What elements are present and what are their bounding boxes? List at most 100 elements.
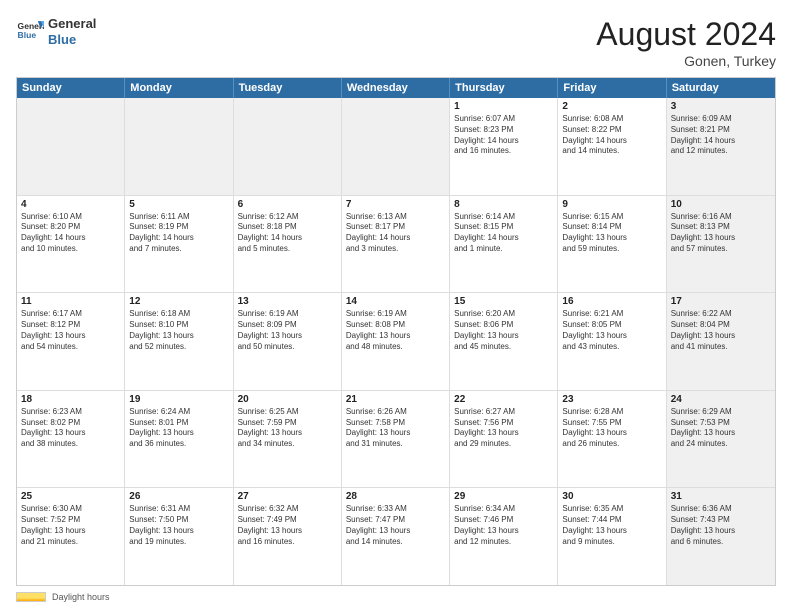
- day-cell-26: 26Sunrise: 6:31 AM Sunset: 7:50 PM Dayli…: [125, 488, 233, 585]
- header: General Blue General Blue August 2024 Go…: [16, 16, 776, 69]
- day-number: 7: [346, 199, 445, 210]
- day-number: 24: [671, 394, 771, 405]
- location-subtitle: Gonen, Turkey: [596, 53, 776, 69]
- day-info: Sunrise: 6:19 AM Sunset: 8:09 PM Dayligh…: [238, 309, 337, 352]
- day-info: Sunrise: 6:24 AM Sunset: 8:01 PM Dayligh…: [129, 407, 228, 450]
- day-cell-16: 16 Sunrise: 6:21 AM Sunset: 8:05 PM Dayli…: [558, 293, 666, 390]
- day-cell-15: 15 Sunrise: 6:20 AM Sunset: 8:06 PM Dayli…: [450, 293, 558, 390]
- day-cell-28: 28 Sunrise: 6:33 AM Sunset: 7:47 PM Dayli…: [342, 488, 450, 585]
- day-cell-19: 19 Sunrise: 6:24 AM Sunset: 8:01 PM Dayli…: [125, 391, 233, 488]
- day-number: 25: [21, 491, 120, 502]
- header-day-wednesday: Wednesday: [342, 78, 450, 98]
- day-cell-8: 8Sunrise: 6:14 AM Sunset: 8:15 PM Daylig…: [450, 196, 558, 293]
- day-info: Sunrise: 6:17 AM Sunset: 8:12 PM Dayligh…: [21, 309, 120, 352]
- daylight-label: Daylight hours: [52, 592, 110, 602]
- day-info: Sunrise: 6:22 AM Sunset: 8:04 PM Dayligh…: [671, 309, 771, 352]
- day-info: Sunrise: 6:23 AM Sunset: 8:02 PM Dayligh…: [21, 407, 120, 450]
- page: General Blue General Blue August 2024 Go…: [0, 0, 792, 612]
- day-number: 10: [671, 199, 771, 210]
- day-info: Sunrise: 6:18 AM Sunset: 8:10 PM Dayligh…: [129, 309, 228, 352]
- header-day-friday: Friday: [558, 78, 666, 98]
- day-number: 2: [562, 101, 661, 112]
- day-number: 29: [454, 491, 553, 502]
- empty-cell-0-0: [17, 98, 125, 195]
- header-day-monday: Monday: [125, 78, 233, 98]
- day-info: Sunrise: 6:25 AM Sunset: 7:59 PM Dayligh…: [238, 407, 337, 450]
- day-number: 14: [346, 296, 445, 307]
- day-number: 15: [454, 296, 553, 307]
- svg-text:Blue: Blue: [18, 30, 37, 40]
- day-info: Sunrise: 6:31 AM Sunset: 7:50 PM Dayligh…: [129, 504, 228, 547]
- day-info: Sunrise: 6:34 AM Sunset: 7:46 PM Dayligh…: [454, 504, 553, 547]
- day-cell-20: 20Sunrise: 6:25 AM Sunset: 7:59 PM Dayli…: [234, 391, 342, 488]
- day-number: 21: [346, 394, 445, 405]
- day-number: 27: [238, 491, 337, 502]
- logo: General Blue General Blue: [16, 16, 96, 47]
- calendar: SundayMondayTuesdayWednesdayThursdayFrid…: [16, 77, 776, 586]
- day-info: Sunrise: 6:27 AM Sunset: 7:56 PM Dayligh…: [454, 407, 553, 450]
- day-number: 5: [129, 199, 228, 210]
- day-info: Sunrise: 6:26 AM Sunset: 7:58 PM Dayligh…: [346, 407, 445, 450]
- day-cell-29: 29 Sunrise: 6:34 AM Sunset: 7:46 PM Dayli…: [450, 488, 558, 585]
- header-day-thursday: Thursday: [450, 78, 558, 98]
- day-number: 13: [238, 296, 337, 307]
- empty-cell-0-1: [125, 98, 233, 195]
- day-number: 17: [671, 296, 771, 307]
- day-cell-13: 13 Sunrise: 6:19 AM Sunset: 8:09 PM Dayli…: [234, 293, 342, 390]
- day-info: Sunrise: 6:08 AM Sunset: 8:22 PM Dayligh…: [562, 114, 661, 157]
- calendar-row-2: 11 Sunrise: 6:17 AM Sunset: 8:12 PM Dayli…: [17, 293, 775, 391]
- day-info: Sunrise: 6:30 AM Sunset: 7:52 PM Dayligh…: [21, 504, 120, 547]
- day-info: Sunrise: 6:16 AM Sunset: 8:13 PM Dayligh…: [671, 212, 771, 255]
- calendar-row-3: 18 Sunrise: 6:23 AM Sunset: 8:02 PM Dayli…: [17, 391, 775, 489]
- day-number: 1: [454, 101, 553, 112]
- day-cell-17: 17 Sunrise: 6:22 AM Sunset: 8:04 PM Dayli…: [667, 293, 775, 390]
- day-cell-6: 6Sunrise: 6:12 AM Sunset: 8:18 PM Daylig…: [234, 196, 342, 293]
- day-cell-4: 4 Sunrise: 6:10 AM Sunset: 8:20 PM Daylig…: [17, 196, 125, 293]
- day-cell-22: 22 Sunrise: 6:27 AM Sunset: 7:56 PM Dayli…: [450, 391, 558, 488]
- calendar-row-0: 1 Sunrise: 6:07 AM Sunset: 8:23 PM Daylig…: [17, 98, 775, 196]
- footer-note: Daylight hours: [16, 592, 776, 602]
- day-info: Sunrise: 6:36 AM Sunset: 7:43 PM Dayligh…: [671, 504, 771, 547]
- day-cell-2: 2 Sunrise: 6:08 AM Sunset: 8:22 PM Daylig…: [558, 98, 666, 195]
- day-number: 22: [454, 394, 553, 405]
- header-day-sunday: Sunday: [17, 78, 125, 98]
- day-cell-27: 27 Sunrise: 6:32 AM Sunset: 7:49 PM Dayli…: [234, 488, 342, 585]
- day-number: 12: [129, 296, 228, 307]
- day-info: Sunrise: 6:21 AM Sunset: 8:05 PM Dayligh…: [562, 309, 661, 352]
- empty-cell-0-2: [234, 98, 342, 195]
- day-number: 6: [238, 199, 337, 210]
- month-title: August 2024: [596, 16, 776, 53]
- header-day-tuesday: Tuesday: [234, 78, 342, 98]
- calendar-header: SundayMondayTuesdayWednesdayThursdayFrid…: [17, 78, 775, 98]
- day-number: 11: [21, 296, 120, 307]
- day-info: Sunrise: 6:29 AM Sunset: 7:53 PM Dayligh…: [671, 407, 771, 450]
- title-block: August 2024 Gonen, Turkey: [596, 16, 776, 69]
- calendar-body: 1 Sunrise: 6:07 AM Sunset: 8:23 PM Daylig…: [17, 98, 775, 585]
- day-cell-9: 9Sunrise: 6:15 AM Sunset: 8:14 PM Daylig…: [558, 196, 666, 293]
- logo-general-text: General: [48, 16, 96, 32]
- day-number: 3: [671, 101, 771, 112]
- day-number: 31: [671, 491, 771, 502]
- day-number: 4: [21, 199, 120, 210]
- day-info: Sunrise: 6:33 AM Sunset: 7:47 PM Dayligh…: [346, 504, 445, 547]
- day-info: Sunrise: 6:20 AM Sunset: 8:06 PM Dayligh…: [454, 309, 553, 352]
- day-info: Sunrise: 6:07 AM Sunset: 8:23 PM Dayligh…: [454, 114, 553, 157]
- day-number: 30: [562, 491, 661, 502]
- day-number: 19: [129, 394, 228, 405]
- header-day-saturday: Saturday: [667, 78, 775, 98]
- day-info: Sunrise: 6:10 AM Sunset: 8:20 PM Dayligh…: [21, 212, 120, 255]
- day-number: 18: [21, 394, 120, 405]
- day-number: 28: [346, 491, 445, 502]
- logo-icon: General Blue: [16, 18, 44, 46]
- day-cell-11: 11 Sunrise: 6:17 AM Sunset: 8:12 PM Dayli…: [17, 293, 125, 390]
- day-info: Sunrise: 6:32 AM Sunset: 7:49 PM Dayligh…: [238, 504, 337, 547]
- day-info: Sunrise: 6:14 AM Sunset: 8:15 PM Dayligh…: [454, 212, 553, 255]
- day-number: 16: [562, 296, 661, 307]
- calendar-row-1: 4 Sunrise: 6:10 AM Sunset: 8:20 PM Daylig…: [17, 196, 775, 294]
- day-cell-3: 3 Sunrise: 6:09 AM Sunset: 8:21 PM Daylig…: [667, 98, 775, 195]
- day-info: Sunrise: 6:19 AM Sunset: 8:08 PM Dayligh…: [346, 309, 445, 352]
- day-cell-25: 25 Sunrise: 6:30 AM Sunset: 7:52 PM Dayli…: [17, 488, 125, 585]
- calendar-row-4: 25 Sunrise: 6:30 AM Sunset: 7:52 PM Dayli…: [17, 488, 775, 585]
- day-cell-24: 24 Sunrise: 6:29 AM Sunset: 7:53 PM Dayli…: [667, 391, 775, 488]
- day-info: Sunrise: 6:09 AM Sunset: 8:21 PM Dayligh…: [671, 114, 771, 157]
